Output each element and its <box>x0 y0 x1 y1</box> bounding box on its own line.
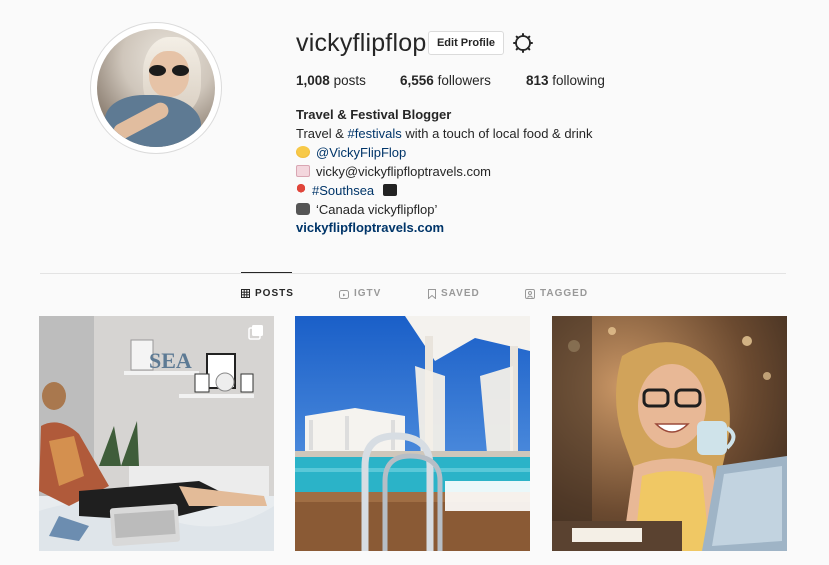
active-tab-indicator <box>241 272 292 273</box>
bio-handle-line: @VickyFlipFlop <box>296 145 406 160</box>
handle-link[interactable]: @VickyFlipFlop <box>316 145 406 160</box>
post-image-bedroom: SEA <box>39 316 274 551</box>
followers-count[interactable]: 6,556 followers <box>400 73 491 88</box>
tabs-divider <box>40 273 786 274</box>
tab-saved[interactable]: SAVED <box>428 288 480 299</box>
hashtag-link[interactable]: #festivals <box>348 126 402 141</box>
post-image-cafe <box>552 316 787 551</box>
pirate-flag-emoji-icon <box>382 184 397 196</box>
bio-email-line: vicky@vickyflipfloptravels.com <box>296 164 491 179</box>
edit-profile-button[interactable]: Edit Profile <box>428 31 504 55</box>
tag-icon <box>525 288 535 299</box>
video-camera-emoji-icon <box>296 203 310 215</box>
post-image-pool <box>295 316 530 551</box>
bio-video-line: ‘Canada vickyflipflop’ <box>296 202 437 217</box>
pin-emoji-icon <box>296 184 306 196</box>
post-thumbnail[interactable]: SEA <box>39 316 274 551</box>
love-letter-emoji-icon <box>296 165 310 177</box>
avatar-photo <box>97 29 215 147</box>
tab-tagged[interactable]: TAGGED <box>525 288 588 299</box>
post-thumbnail[interactable] <box>295 316 530 551</box>
website-link[interactable]: vickyflipfloptravels.com <box>296 220 444 235</box>
following-count[interactable]: 813 following <box>526 73 605 88</box>
grid-icon <box>241 289 250 298</box>
location-hashtag-link[interactable]: #Southsea <box>312 183 374 198</box>
bio-name: Travel & Festival Blogger <box>296 107 452 122</box>
bio-location-line: #Southsea <box>296 183 403 198</box>
svg-text:SEA: SEA <box>149 348 192 373</box>
post-thumbnail[interactable] <box>552 316 787 551</box>
multiple-photos-icon <box>248 324 264 345</box>
tab-igtv[interactable]: IGTV <box>339 288 381 299</box>
tab-posts[interactable]: POSTS <box>241 288 294 299</box>
posts-count: 1,008 posts <box>296 73 366 88</box>
username: vickyflipflop <box>296 29 427 57</box>
profile-avatar[interactable] <box>90 22 222 154</box>
chick-emoji-icon <box>296 146 310 158</box>
igtv-icon <box>339 289 349 299</box>
bio-line: Travel & #festivals with a touch of loca… <box>296 126 593 141</box>
bookmark-icon <box>428 288 436 299</box>
settings-gear-icon[interactable] <box>512 32 534 54</box>
